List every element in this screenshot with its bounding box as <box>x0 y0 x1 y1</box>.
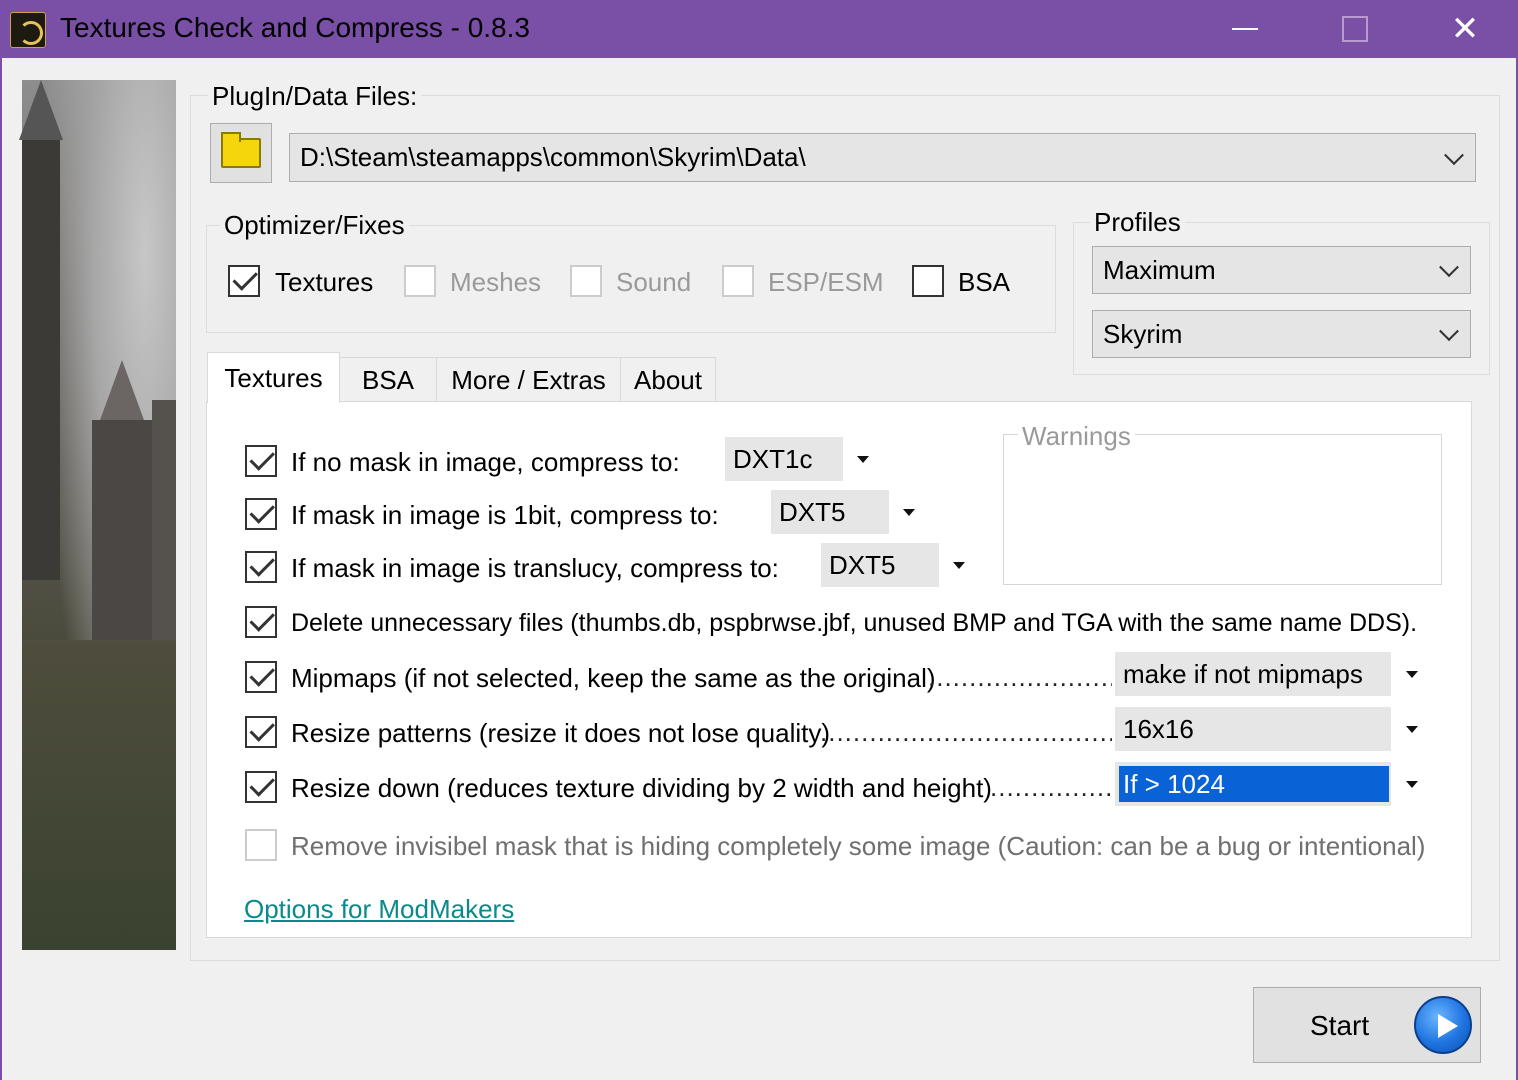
window-title: Textures Check and Compress - 0.8.3 <box>60 12 530 43</box>
resize-down-dropdown[interactable]: If > 1024 <box>1115 762 1391 806</box>
dropdown-arrow-icon[interactable] <box>843 437 883 481</box>
castle-tower <box>22 140 60 580</box>
check-icon <box>248 444 275 471</box>
leader-dots: ........................................… <box>820 717 1112 747</box>
check-icon <box>231 264 258 291</box>
mask-1bit-label: If mask in image is 1bit, compress to: <box>291 500 719 530</box>
game-select[interactable]: Skyrim <box>1092 310 1471 358</box>
minimize-button[interactable] <box>1190 0 1300 58</box>
no-mask-label: If no mask in image, compress to: <box>291 447 680 477</box>
meshes-checkbox <box>404 265 436 297</box>
close-button[interactable]: ✕ <box>1410 0 1518 58</box>
tab-textures[interactable]: Textures <box>207 352 340 403</box>
dropdown-value: make if not mipmaps <box>1123 658 1363 689</box>
tab-label: More / Extras <box>451 364 606 395</box>
minimize-icon <box>1232 28 1258 30</box>
mask-1bit-format-dropdown[interactable]: DXT5 <box>771 490 889 534</box>
check-icon <box>248 770 275 797</box>
check-icon <box>248 715 275 742</box>
tab-label: Textures <box>224 362 323 393</box>
dropdown-arrow-icon[interactable] <box>889 490 929 534</box>
mask-translucent-label: If mask in image is translucy, compress … <box>291 553 779 583</box>
remove-mask-checkbox <box>245 829 277 861</box>
tab-more-extras[interactable]: More / Extras <box>436 357 621 402</box>
dropdown-value: 16x16 <box>1123 713 1194 744</box>
plugin-group-title: PlugIn/Data Files: <box>208 81 422 111</box>
warnings-groupbox <box>1003 434 1442 585</box>
textures-checkbox-label: Textures <box>275 267 374 297</box>
chevron-down-icon <box>1439 321 1459 342</box>
start-button-label: Start <box>1310 1010 1370 1041</box>
check-icon <box>248 660 275 687</box>
profile-select[interactable]: Maximum <box>1092 246 1471 294</box>
castle-roof <box>19 80 63 140</box>
bsa-checkbox[interactable] <box>912 265 944 297</box>
esp-esm-checkbox <box>722 265 754 297</box>
game-value: Skyrim <box>1103 318 1183 349</box>
side-banner-image <box>19 80 176 950</box>
sound-checkbox-label: Sound <box>616 267 692 297</box>
profiles-group-title: Profiles <box>1090 207 1185 237</box>
tab-label: BSA <box>361 364 415 395</box>
dropdown-arrow-icon[interactable] <box>939 543 979 587</box>
chevron-down-icon <box>1439 257 1459 278</box>
tab-label: About <box>634 364 702 395</box>
data-path-combobox[interactable]: D:\Steam\steamapps\common\Skyrim\Data\ <box>289 133 1476 182</box>
dropdown-value: If > 1024 <box>1119 766 1389 802</box>
warnings-title: Warnings <box>1018 420 1135 452</box>
sound-checkbox <box>570 265 602 297</box>
mipmaps-dropdown[interactable]: make if not mipmaps <box>1115 652 1391 696</box>
start-button[interactable]: Start <box>1253 987 1481 1063</box>
castle-tower <box>92 420 152 640</box>
resize-patterns-dropdown[interactable]: 16x16 <box>1115 707 1391 751</box>
check-icon <box>248 550 275 577</box>
mask-translucent-format-dropdown[interactable]: DXT5 <box>821 543 939 587</box>
bsa-checkbox-label: BSA <box>958 267 1011 297</box>
resize-patterns-checkbox[interactable] <box>245 715 277 748</box>
resize-patterns-label: Resize patterns (resize it does not lose… <box>291 718 831 748</box>
close-icon: ✕ <box>1450 10 1480 48</box>
check-icon <box>248 605 275 632</box>
mask-translucent-checkbox[interactable] <box>245 550 277 583</box>
dropdown-arrow-icon[interactable] <box>1391 762 1433 806</box>
meshes-checkbox-label: Meshes <box>450 267 542 297</box>
dropdown-arrow-icon[interactable] <box>1391 707 1433 751</box>
browse-folder-button[interactable] <box>210 123 272 183</box>
leader-dots: ........................................… <box>928 662 1112 692</box>
dropdown-value: DXT1c <box>733 443 813 474</box>
dropdown-arrow-icon[interactable] <box>1391 652 1433 696</box>
maximize-button <box>1300 0 1410 58</box>
no-mask-checkbox[interactable] <box>245 444 277 477</box>
delete-files-checkbox[interactable] <box>245 605 277 638</box>
remove-mask-label: Remove invisibel mask that is hiding com… <box>291 831 1426 861</box>
play-icon <box>1414 996 1472 1054</box>
castle-roof <box>100 360 144 420</box>
check-icon <box>248 497 275 524</box>
dropdown-value: DXT5 <box>779 496 846 527</box>
esp-esm-checkbox-label: ESP/ESM <box>768 267 884 297</box>
mipmaps-checkbox[interactable] <box>245 660 277 693</box>
leader-dots: .................................. <box>990 772 1110 802</box>
castle-base <box>22 640 176 950</box>
optimizer-group-title: Optimizer/Fixes <box>220 210 409 240</box>
mipmaps-label: Mipmaps (if not selected, keep the same … <box>291 663 936 693</box>
no-mask-format-dropdown[interactable]: DXT1c <box>725 437 843 481</box>
mask-1bit-checkbox[interactable] <box>245 497 277 530</box>
modmakers-options-link[interactable]: Options for ModMakers <box>244 894 514 925</box>
maximize-icon <box>1342 16 1368 42</box>
textures-checkbox[interactable] <box>228 264 260 297</box>
data-path-value: D:\Steam\steamapps\common\Skyrim\Data\ <box>300 142 806 172</box>
app-icon <box>10 12 46 48</box>
resize-down-label: Resize down (reduces texture dividing by… <box>291 773 992 803</box>
resize-down-checkbox[interactable] <box>245 770 277 803</box>
profile-value: Maximum <box>1103 254 1216 285</box>
tab-about[interactable]: About <box>620 357 716 402</box>
tab-bsa[interactable]: BSA <box>339 357 437 402</box>
chevron-down-icon <box>1444 144 1464 165</box>
dropdown-value: DXT5 <box>829 549 896 580</box>
castle-tower <box>152 400 176 660</box>
delete-files-label: Delete unnecessary files (thumbs.db, psp… <box>291 609 1418 637</box>
folder-icon <box>221 132 261 168</box>
